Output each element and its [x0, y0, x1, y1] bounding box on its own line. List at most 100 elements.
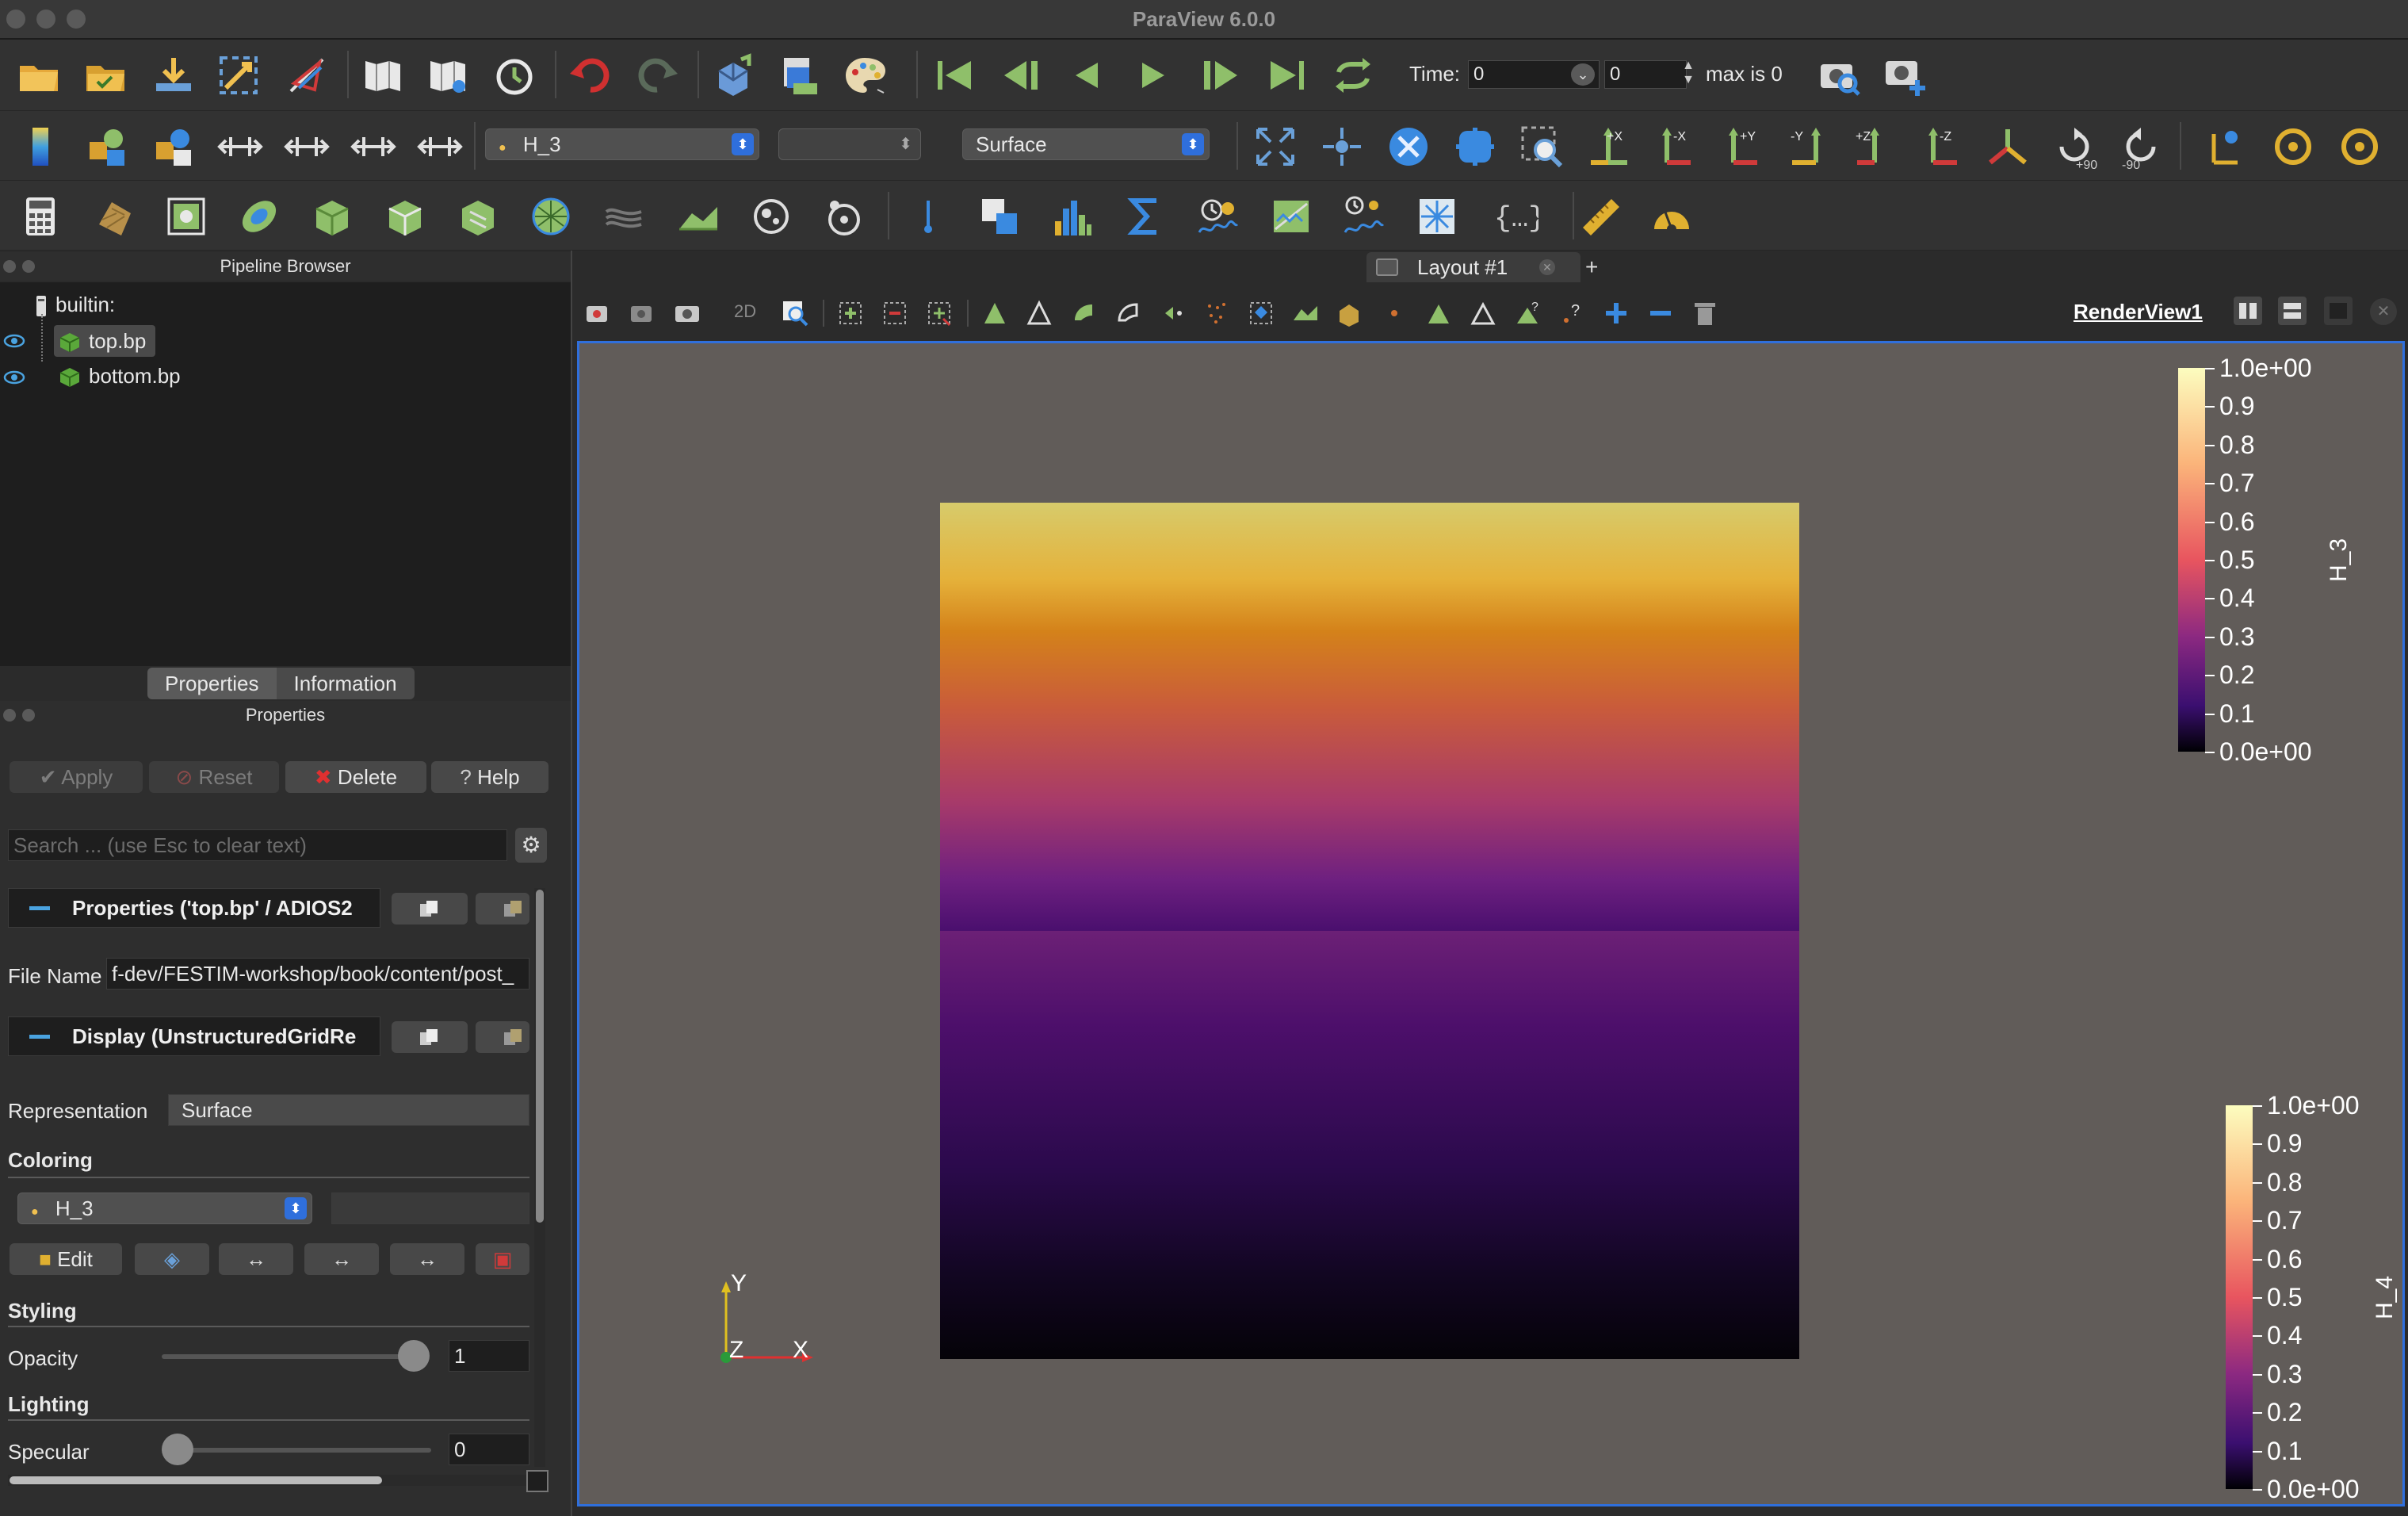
- set-view-negative-z-icon[interactable]: -Z: [1913, 119, 1969, 174]
- edit-color-map-icon[interactable]: [79, 119, 135, 174]
- select-cells-on-icon[interactable]: [835, 298, 866, 328]
- specular-slider-track[interactable]: [162, 1448, 431, 1453]
- toggle-2d-button[interactable]: 2D: [734, 301, 756, 322]
- append-datasets-icon[interactable]: [816, 189, 872, 244]
- display-section-header[interactable]: Display (UnstructuredGridRe: [8, 1016, 380, 1056]
- zoom-to-data-icon[interactable]: [1314, 119, 1370, 174]
- interactive-select-points-icon[interactable]: [1113, 298, 1143, 328]
- plot-selection-over-time-icon[interactable]: [1336, 189, 1392, 244]
- opacity-slider-handle[interactable]: [398, 1340, 430, 1372]
- eye-visible-icon[interactable]: [3, 369, 25, 385]
- warp-by-vector-icon[interactable]: [596, 189, 652, 244]
- zoom-to-box-icon[interactable]: [1514, 119, 1569, 174]
- tab-layout-1[interactable]: Layout #1 ✕: [1366, 252, 1580, 282]
- vertical-scrollbar[interactable]: [534, 888, 545, 1467]
- edit-selection-icon[interactable]: ?: [1512, 298, 1542, 328]
- center-axes-icon[interactable]: [2199, 119, 2254, 174]
- stream-tracer-icon[interactable]: [523, 189, 579, 244]
- rotate-negative-90-icon[interactable]: -90: [2113, 119, 2169, 174]
- select-cells-polygon-icon[interactable]: [980, 298, 1010, 328]
- extract-level-icon[interactable]: [743, 189, 799, 244]
- first-frame-icon[interactable]: [927, 48, 983, 103]
- file-name-field[interactable]: f-dev/FESTIM-workshop/book/content/post_: [106, 958, 529, 990]
- float-panel-icon[interactable]: [22, 260, 35, 273]
- plot-over-line-icon[interactable]: [972, 189, 1027, 244]
- copy-display-button[interactable]: [392, 1021, 468, 1053]
- undo-icon[interactable]: [563, 48, 618, 103]
- interactive-select-cells-icon[interactable]: [1068, 298, 1099, 328]
- grow-selection-icon[interactable]: [1290, 298, 1321, 328]
- copy-properties-button[interactable]: [392, 893, 468, 925]
- select-block-icon[interactable]: [1246, 298, 1276, 328]
- reset-color-map-icon[interactable]: [146, 119, 201, 174]
- clip-icon[interactable]: [159, 189, 214, 244]
- group-datasets-icon[interactable]: [671, 189, 726, 244]
- ruler-icon[interactable]: [1573, 189, 1628, 244]
- extract-subset-icon[interactable]: [377, 189, 433, 244]
- slice-icon[interactable]: [231, 189, 287, 244]
- capture-add-icon[interactable]: [1877, 48, 1932, 103]
- paste-display-button[interactable]: [476, 1021, 529, 1053]
- resize-grip[interactable]: [526, 1470, 548, 1492]
- reset-session-icon[interactable]: [487, 48, 542, 103]
- link-camera-icon[interactable]: [583, 298, 613, 328]
- toggle-color-legend-icon[interactable]: [13, 119, 68, 174]
- paste-properties-button[interactable]: [476, 893, 529, 925]
- pipeline-item-top-bp[interactable]: top.bp: [54, 325, 156, 357]
- trash-icon[interactable]: [1690, 298, 1720, 328]
- eye-visible-icon[interactable]: [3, 333, 25, 349]
- specular-slider-handle[interactable]: [162, 1434, 193, 1465]
- set-view-positive-x-icon[interactable]: +X: [1580, 119, 1636, 174]
- capture-icon[interactable]: [1812, 48, 1867, 103]
- threshold-icon[interactable]: [304, 189, 360, 244]
- color-by-select[interactable]: ● H_3 ⬍: [485, 128, 759, 160]
- rescale-custom-button[interactable]: ↔: [304, 1243, 379, 1275]
- properties-section-header[interactable]: Properties ('top.bp' / ADIOS2: [8, 888, 380, 928]
- play-icon[interactable]: [1126, 48, 1181, 103]
- rotate-positive-90-icon[interactable]: +90: [2047, 119, 2102, 174]
- add-selection-icon[interactable]: [1601, 298, 1631, 328]
- opacity-field[interactable]: 1: [449, 1340, 529, 1372]
- splitter[interactable]: [571, 251, 572, 1516]
- histogram-icon[interactable]: [1045, 189, 1100, 244]
- rescale-custom-range-icon[interactable]: [279, 119, 334, 174]
- vertical-scrollbar-thumb[interactable]: [536, 890, 544, 1223]
- search-input[interactable]: Search ... (use Esc to clear text): [8, 829, 507, 861]
- specular-field[interactable]: 0: [449, 1434, 529, 1465]
- gear-icon[interactable]: ⚙: [515, 828, 547, 863]
- select-points-polygon-icon[interactable]: [1024, 298, 1054, 328]
- python-script-icon[interactable]: {…}: [1487, 189, 1542, 244]
- choose-preset-button[interactable]: ◈: [135, 1243, 209, 1275]
- contour-icon[interactable]: [87, 189, 143, 244]
- open-folder-icon[interactable]: [11, 48, 67, 103]
- screenshot-icon[interactable]: [772, 48, 828, 103]
- reset-camera-closest-icon[interactable]: [1447, 119, 1503, 174]
- plot-data-over-time-icon[interactable]: [1191, 189, 1246, 244]
- close-panel-icon[interactable]: [3, 709, 16, 722]
- redo-icon[interactable]: [629, 48, 685, 103]
- rescale-visible-range-icon[interactable]: [412, 119, 468, 174]
- coloring-select[interactable]: ● H_3 ⬍: [17, 1193, 312, 1224]
- reset-camera-icon[interactable]: [1248, 119, 1303, 174]
- rescale-temporal-button[interactable]: ↔: [390, 1243, 464, 1275]
- probe-location-icon[interactable]: [900, 189, 956, 244]
- save-data-icon[interactable]: [146, 48, 201, 103]
- step-back-icon[interactable]: [1059, 48, 1114, 103]
- pipeline-item-bottom-bp[interactable]: bottom.bp: [59, 360, 181, 392]
- connect-icon[interactable]: [211, 48, 266, 103]
- color-legend-icon[interactable]: [279, 48, 334, 103]
- maximize-view-icon[interactable]: [2324, 297, 2353, 325]
- isometric-view-icon[interactable]: [1980, 119, 2035, 174]
- timestep-spinner-icon[interactable]: ▲ ▼: [1680, 59, 1696, 90]
- timestep-field[interactable]: 0: [1604, 60, 1687, 89]
- select-points-on-icon[interactable]: [880, 298, 910, 328]
- plot-selection-icon[interactable]: [1468, 298, 1498, 328]
- clear-selection-icon[interactable]: [1379, 298, 1409, 328]
- select-points-frustum-icon[interactable]: [1202, 298, 1232, 328]
- extract-selection-icon[interactable]: [1424, 298, 1454, 328]
- calculator-icon[interactable]: [13, 189, 68, 244]
- rescale-over-time-icon[interactable]: [346, 119, 401, 174]
- loop-icon[interactable]: [1325, 48, 1381, 103]
- show-center-icon[interactable]: [2332, 119, 2387, 174]
- last-frame-icon[interactable]: [1259, 48, 1314, 103]
